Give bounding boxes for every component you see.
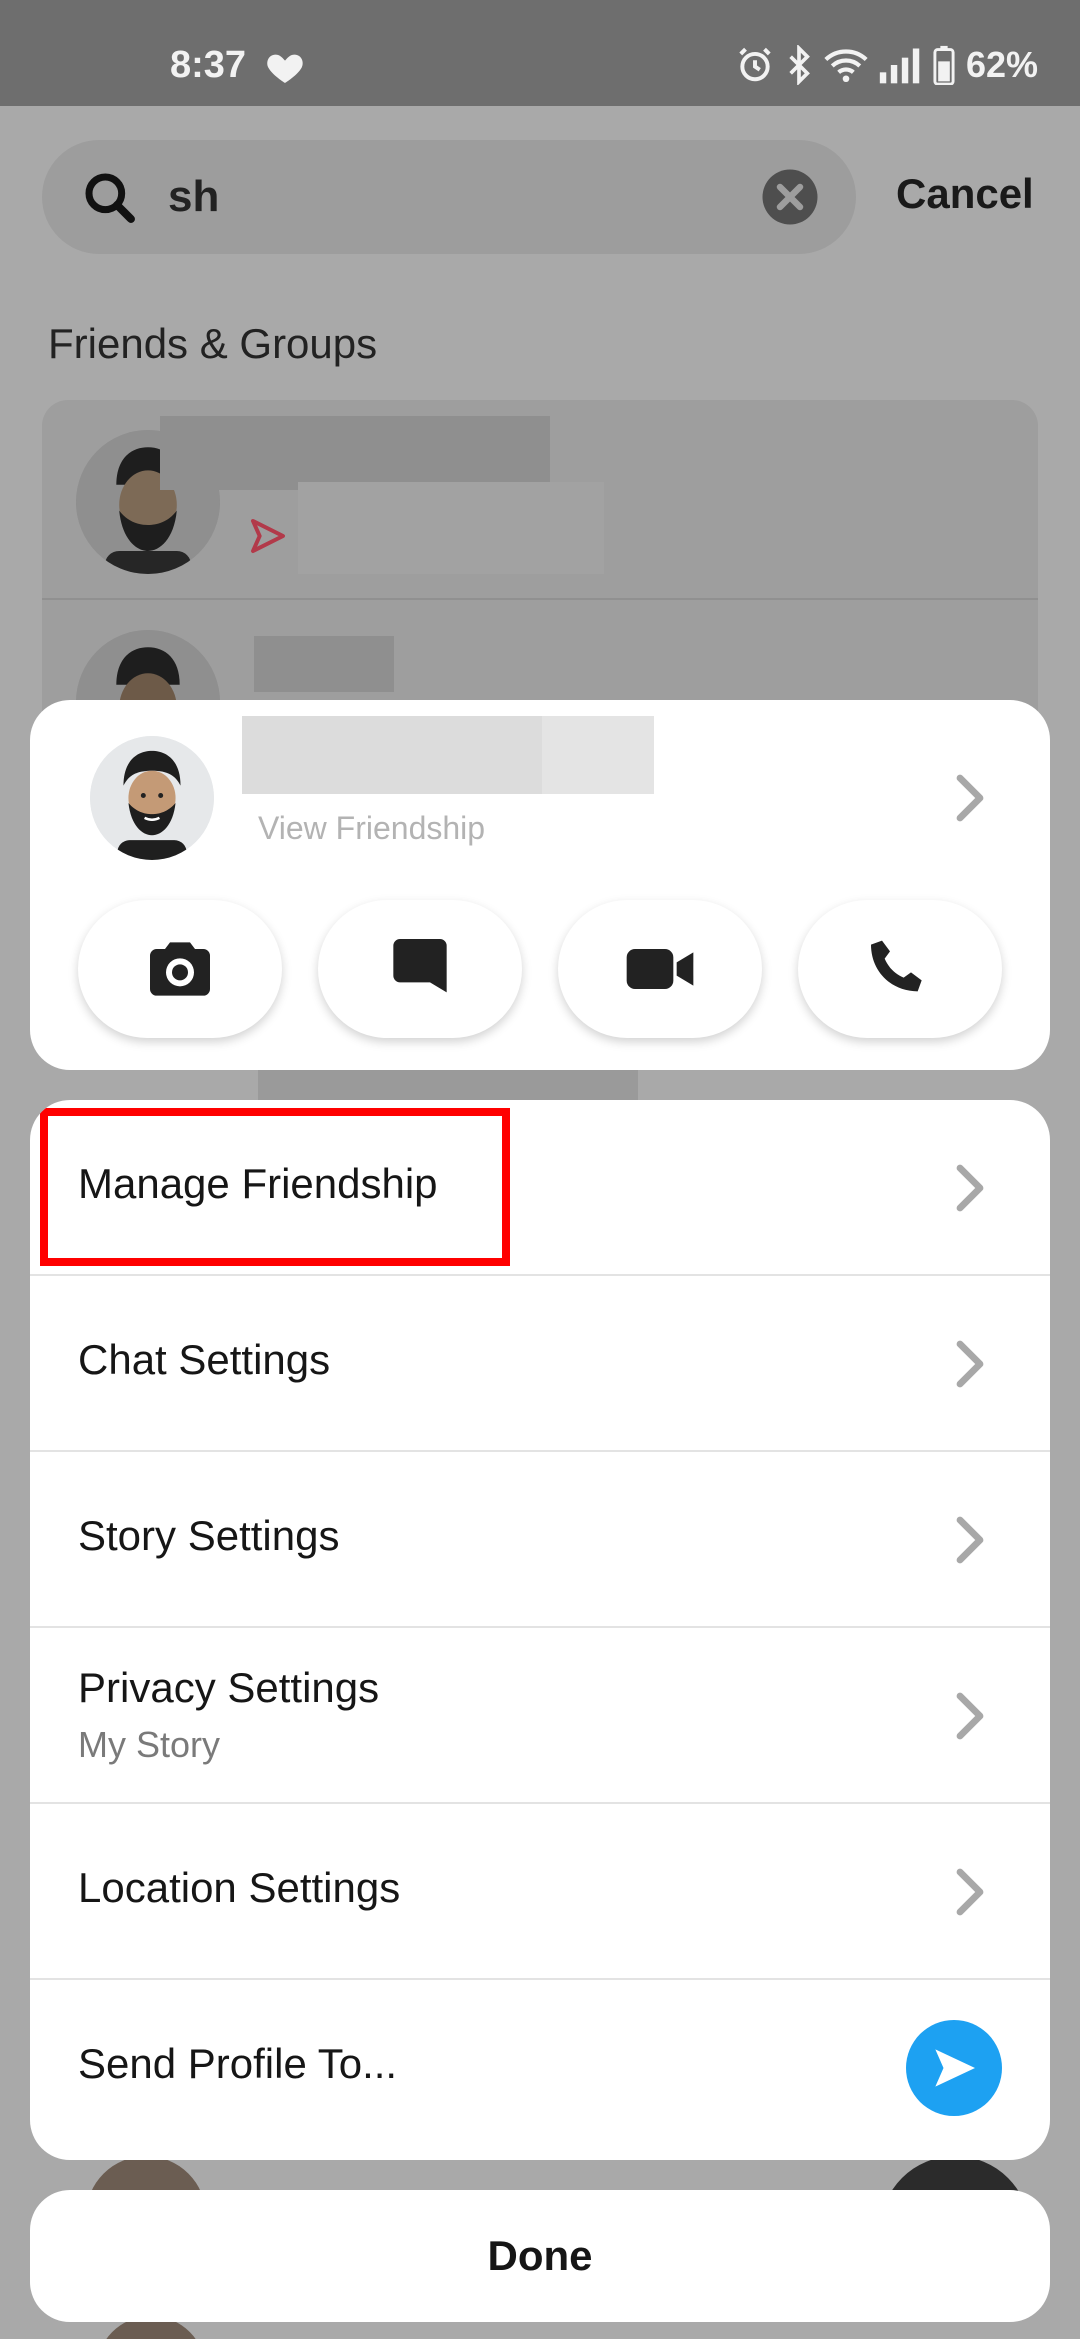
camera-icon (150, 942, 210, 996)
menu-item-send-profile[interactable]: Send Profile To... (30, 1980, 1050, 2156)
status-icons: 62% (736, 44, 1038, 86)
friend-settings-menu: Manage Friendship Chat Settings Story Se… (30, 1100, 1050, 2160)
menu-item-label: Send Profile To... (78, 2040, 398, 2087)
menu-item-sublabel: My Story (78, 1724, 221, 1765)
heart-icon (267, 54, 303, 83)
chevron-right-icon (956, 1516, 984, 1564)
friend-header-card: View Friendship (30, 700, 1050, 1070)
camera-button[interactable] (78, 900, 282, 1038)
menu-item-story-settings[interactable]: Story Settings (30, 1452, 1050, 1628)
chat-icon (393, 939, 447, 993)
clear-search-icon[interactable] (760, 167, 820, 227)
status-time: 8:37 (170, 44, 247, 86)
done-button[interactable]: Done (30, 2190, 1050, 2322)
friends-groups-heading: Friends & Groups (48, 320, 378, 367)
wifi-icon (824, 49, 868, 83)
menu-item-label: Privacy Settings (78, 1664, 380, 1711)
redacted-status (298, 482, 604, 574)
phone-call-button[interactable] (798, 900, 1002, 1038)
redacted-name (160, 416, 550, 490)
bluetooth-icon (789, 45, 810, 85)
menu-item-chat-settings[interactable]: Chat Settings (30, 1276, 1050, 1452)
chevron-right-icon (956, 1692, 984, 1740)
chevron-right-icon (956, 1340, 984, 1388)
menu-item-manage-friendship[interactable]: Manage Friendship (30, 1100, 1050, 1276)
redacted-name (258, 1068, 638, 1104)
phone-icon (871, 940, 922, 992)
battery-icon (933, 45, 955, 85)
chevron-right-icon[interactable] (950, 770, 990, 826)
chevron-right-icon (956, 1164, 984, 1212)
menu-item-label: Chat Settings (78, 1336, 331, 1383)
list-item[interactable] (42, 400, 1038, 600)
chevron-right-icon (956, 1868, 984, 1916)
highlight-box (40, 1108, 510, 1266)
menu-item-label: Location Settings (78, 1864, 401, 1911)
battery-percent: 62% (965, 44, 1038, 85)
chat-button[interactable] (318, 900, 522, 1038)
redacted-friend-name (242, 716, 542, 794)
status-bar: 8:37 62% (0, 0, 1080, 106)
video-call-icon (626, 949, 694, 989)
send-profile-button[interactable] (906, 2020, 1002, 2116)
menu-item-label: Story Settings (78, 1512, 340, 1559)
search-input[interactable]: sh (168, 172, 219, 222)
sent-snap-icon (251, 519, 285, 553)
search-bar[interactable]: sh (42, 140, 856, 254)
cancel-button[interactable]: Cancel (896, 170, 1034, 218)
search-icon (85, 173, 135, 223)
signal-icon (879, 48, 920, 84)
alarm-icon (739, 47, 771, 82)
bitmoji-avatar[interactable] (90, 736, 214, 860)
menu-item-location-settings[interactable]: Location Settings (30, 1804, 1050, 1980)
video-call-button[interactable] (558, 900, 762, 1038)
redacted-name (254, 636, 394, 692)
view-friendship-link[interactable]: View Friendship (258, 810, 485, 847)
menu-item-privacy-settings[interactable]: Privacy Settings My Story (30, 1628, 1050, 1804)
send-arrow-icon (935, 2049, 975, 2087)
